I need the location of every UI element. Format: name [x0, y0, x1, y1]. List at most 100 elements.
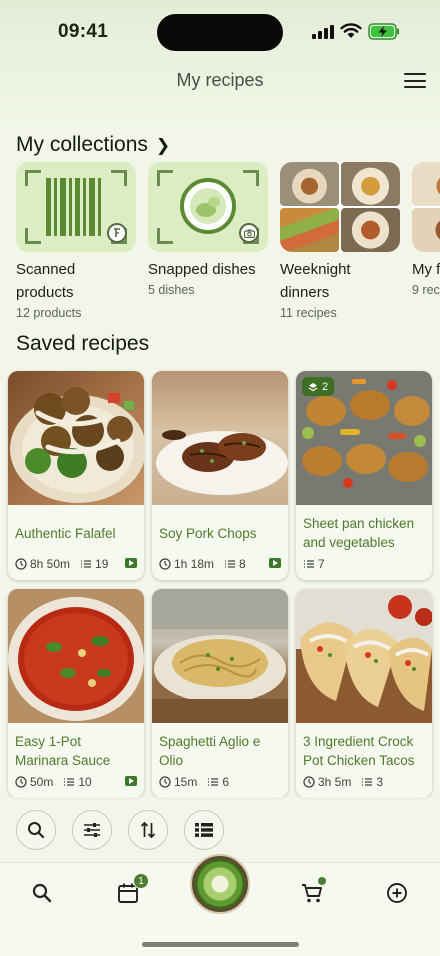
layers-icon	[308, 382, 318, 391]
clock-icon	[159, 558, 171, 570]
barcode-icon	[46, 178, 101, 236]
barcode-tile	[16, 162, 136, 252]
clock-icon	[15, 776, 27, 788]
page-title: My recipes	[176, 70, 264, 90]
recipe-steps: 19	[95, 557, 109, 571]
recipe-image	[8, 371, 144, 505]
steps-list-icon	[362, 778, 373, 786]
recipe-image	[152, 371, 288, 505]
recipe-title: Soy Pork Chops	[159, 526, 257, 541]
collection-partial[interactable]: My f cook 9 rec	[412, 162, 440, 297]
cart-notification-dot	[318, 877, 326, 885]
recipe-title: Spaghetti Aglio e Olio	[159, 734, 261, 768]
recipe-time: 50m	[30, 775, 54, 789]
sliders-icon	[84, 823, 100, 837]
recipe-title: Easy 1-Pot Marinara Sauce	[15, 734, 111, 768]
collection-count: 11 recipes	[280, 306, 337, 320]
collection-photo-grid	[280, 162, 400, 252]
recipe-image	[152, 589, 288, 723]
recipe-meta: 8h 50m 19	[15, 557, 137, 571]
recipe-steps: 10	[78, 775, 92, 789]
video-icon	[125, 558, 137, 568]
collection-name: Snapped dishes	[148, 261, 256, 278]
recipe-time: 1h 18m	[174, 557, 215, 571]
recipe-steps: 3	[376, 775, 384, 789]
sort-arrows-icon	[140, 821, 156, 839]
collection-scanned-products[interactable]: Scanned products 12 products	[16, 162, 136, 320]
recipe-card-easy-marinara[interactable]: Easy 1-Pot Marinara Sauce 50m 10	[8, 589, 144, 798]
recipe-title: Authentic Falafel	[15, 526, 116, 541]
search-icon	[32, 883, 52, 903]
collection-name: My f cook	[412, 261, 440, 278]
recipe-steps: 7	[318, 557, 325, 571]
planner-badge: 1	[133, 873, 149, 889]
status-time: 09:41	[58, 21, 109, 42]
scan-badge-icon	[107, 223, 127, 243]
clock-icon	[303, 776, 315, 788]
recipe-image: 2	[296, 371, 432, 505]
collection-name: Weeknight dinners	[280, 261, 351, 301]
camera-badge-icon	[239, 223, 259, 243]
search-button[interactable]	[16, 810, 56, 850]
filter-button[interactable]	[72, 810, 112, 850]
video-icon	[269, 558, 281, 568]
collection-count: 5 dishes	[148, 283, 195, 297]
recipe-title: Sheet pan chicken and vegetables	[303, 516, 415, 550]
steps-list-icon	[304, 560, 314, 568]
search-icon	[28, 822, 45, 839]
recipe-meta: 7	[303, 557, 425, 571]
steps-list-icon	[64, 778, 75, 786]
layers-badge: 2	[302, 377, 335, 396]
recipe-meta: 50m 10	[15, 775, 137, 789]
recipe-card-crock-pot-chicken-tacos[interactable]: 3 Ingredient Crock Pot Chicken Tacos 3h …	[296, 589, 432, 798]
sort-button[interactable]	[128, 810, 168, 850]
recipe-card-soy-pork-chops[interactable]: Soy Pork Chops 1h 18m 8	[152, 371, 288, 580]
hamburger-menu-icon[interactable]	[404, 73, 426, 91]
collection-count: 12 products	[16, 306, 82, 320]
add-circle-icon	[387, 883, 407, 903]
list-view-icon	[195, 823, 213, 837]
recipe-image	[296, 589, 432, 723]
recipe-time: 8h 50m	[30, 557, 71, 571]
clock-icon	[159, 776, 171, 788]
camera-tile	[148, 162, 268, 252]
nav-add[interactable]	[384, 880, 410, 906]
collection-weeknight-dinners[interactable]: Weeknight dinners 11 recipes	[280, 162, 400, 320]
recipe-card-authentic-falafel[interactable]: Authentic Falafel 8h 50m 19	[8, 371, 144, 580]
steps-list-icon	[208, 778, 219, 786]
recipe-card-sheet-pan-chicken[interactable]: 2 Sheet pan chicken and vegetables 7	[296, 371, 432, 580]
collection-count: 9 rec	[412, 283, 440, 297]
video-icon	[125, 776, 137, 786]
clock-icon	[15, 558, 27, 570]
recipe-time: 3h 5m	[318, 775, 352, 789]
collection-snapped-dishes[interactable]: Snapped dishes 5 dishes	[148, 162, 268, 297]
collections-header[interactable]: My collections ❯	[16, 133, 170, 157]
chevron-right-icon: ❯	[155, 136, 171, 155]
nav-search[interactable]	[29, 880, 55, 906]
center-action-button[interactable]	[190, 854, 250, 914]
recipe-image	[8, 589, 144, 723]
recipe-meta: 1h 18m 8	[159, 557, 281, 571]
dynamic-island	[157, 14, 283, 51]
recipe-steps: 8	[239, 557, 246, 571]
collection-photo-grid	[412, 162, 440, 252]
recipe-meta: 15m 6	[159, 775, 281, 789]
cellular-signal-icon	[312, 25, 334, 39]
home-indicator	[142, 942, 299, 947]
recipe-meta: 3h 5m 3	[303, 775, 425, 789]
recipe-card-spaghetti-aglio-olio[interactable]: Spaghetti Aglio e Olio 15m 6	[152, 589, 288, 798]
battery-charging-icon	[368, 23, 399, 40]
status-bar: 09:41	[0, 0, 440, 60]
recipe-title: 3 Ingredient Crock Pot Chicken Tacos	[303, 734, 415, 768]
recipe-time: 15m	[174, 775, 198, 789]
steps-list-icon	[225, 560, 236, 568]
steps-list-icon	[81, 560, 92, 568]
collections-title: My collections	[16, 133, 148, 156]
list-view-button[interactable]	[184, 810, 224, 850]
collection-name: Scanned products	[16, 261, 76, 301]
layers-count: 2	[322, 380, 329, 393]
kiwi-logo-icon	[195, 859, 245, 909]
recipe-steps: 6	[222, 775, 230, 789]
wifi-icon	[340, 23, 362, 38]
plate-icon	[180, 178, 236, 234]
